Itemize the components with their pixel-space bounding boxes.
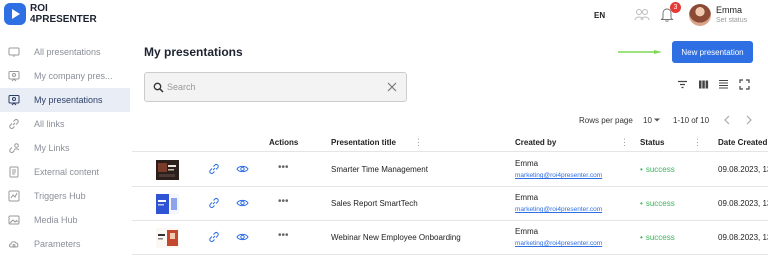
chevron-down-icon[interactable] — [653, 117, 661, 123]
column-header-date-created[interactable]: Date Created — [718, 138, 767, 147]
top-bar: ROI 4PRESENTER EN 3 Emma Set status — [0, 0, 768, 32]
arrow-pointer-icon — [618, 50, 662, 54]
user-status[interactable]: Set status — [716, 17, 747, 24]
column-header-actions[interactable]: Actions — [269, 138, 298, 147]
status-badge: success — [640, 233, 675, 242]
column-header-status[interactable]: Status — [640, 138, 664, 147]
sidebar-item-label: Parameters — [34, 239, 81, 249]
date-created: 09.08.2023, 13 — [718, 199, 768, 208]
status-badge: success — [640, 199, 675, 208]
presentation-title[interactable]: Sales Report SmartTech — [331, 199, 418, 208]
column-menu-icon[interactable]: ⋮ — [693, 138, 702, 147]
presentation-thumbnail[interactable] — [156, 228, 179, 248]
sidebar-item-my-links[interactable]: My Links — [0, 136, 130, 160]
sidebar-item-label: All links — [34, 119, 65, 129]
sidebar: All presentations My company pres... My … — [0, 40, 130, 256]
notification-badge: 3 — [670, 2, 681, 13]
presentation-icon — [8, 95, 20, 106]
sidebar-item-media-hub[interactable]: Media Hub — [0, 208, 130, 232]
sidebar-item-external-content[interactable]: External content — [0, 160, 130, 184]
column-menu-icon[interactable]: ⋮ — [620, 138, 629, 147]
sidebar-item-company-presentations[interactable]: My company pres... — [0, 64, 130, 88]
brand-name-line1: ROI — [30, 3, 48, 14]
status-badge: success — [640, 165, 675, 174]
sidebar-item-label: External content — [34, 167, 100, 177]
rows-per-page-label: Rows per page — [579, 116, 633, 125]
sidebar-item-label: My presentations — [34, 95, 103, 105]
more-actions-icon[interactable]: ••• — [278, 230, 289, 241]
document-icon — [9, 166, 19, 178]
slides-icon — [8, 47, 20, 57]
image-icon — [8, 215, 20, 225]
copy-link-icon[interactable] — [208, 163, 220, 175]
creator-name: Emma — [515, 193, 539, 202]
more-actions-icon[interactable]: ••• — [278, 196, 289, 207]
chevron-right-icon[interactable] — [744, 114, 754, 126]
company-presentation-icon — [8, 71, 20, 82]
user-name[interactable]: Emma — [716, 5, 742, 15]
new-presentation-button[interactable]: New presentation — [672, 41, 753, 63]
user-link-icon — [9, 143, 19, 153]
presentation-title[interactable]: Webinar New Employee Onboarding — [331, 233, 461, 242]
copy-link-icon[interactable] — [208, 231, 220, 243]
sidebar-item-label: All presentations — [34, 47, 101, 57]
creator-name: Emma — [515, 227, 539, 236]
filter-icon[interactable] — [677, 79, 688, 90]
presentation-title[interactable]: Smarter Time Management — [331, 165, 428, 174]
fullscreen-icon[interactable] — [739, 79, 750, 90]
eye-icon[interactable] — [236, 232, 249, 242]
page-title: My presentations — [144, 45, 243, 59]
sidebar-item-label: Triggers Hub — [34, 191, 86, 201]
sidebar-item-label: My Links — [34, 143, 70, 153]
table-row[interactable]: ••• Sales Report SmartTech Emma marketin… — [132, 187, 768, 221]
sidebar-item-label: My company pres... — [34, 71, 113, 81]
creator-email[interactable]: marketing@roi4presenter.com — [515, 240, 602, 247]
more-actions-icon[interactable]: ••• — [278, 162, 289, 173]
presentation-thumbnail[interactable] — [156, 160, 179, 180]
copy-link-icon[interactable] — [208, 197, 220, 209]
creator-email[interactable]: marketing@roi4presenter.com — [515, 172, 602, 179]
column-header-created-by[interactable]: Created by — [515, 138, 556, 147]
link-icon — [9, 119, 19, 129]
search-box — [144, 72, 407, 102]
eye-icon[interactable] — [236, 164, 249, 174]
search-input[interactable] — [167, 79, 377, 95]
avatar[interactable] — [689, 4, 711, 26]
date-created: 09.08.2023, 13 — [718, 165, 768, 174]
column-header-title[interactable]: Presentation title — [331, 138, 396, 147]
language-selector[interactable]: EN — [594, 11, 605, 20]
play-icon — [4, 3, 26, 25]
columns-icon[interactable] — [698, 79, 709, 90]
chevron-left-icon[interactable] — [722, 114, 732, 126]
pagination-range: 1-10 of 10 — [673, 116, 710, 125]
sidebar-item-all-presentations[interactable]: All presentations — [0, 40, 130, 64]
table-row[interactable]: ••• Webinar New Employee Onboarding Emma… — [132, 221, 768, 255]
sidebar-item-my-presentations[interactable]: My presentations — [0, 88, 130, 112]
sidebar-item-label: Media Hub — [34, 215, 78, 225]
sidebar-item-parameters[interactable]: Parameters — [0, 232, 130, 256]
triggers-icon — [8, 190, 20, 202]
creator-name: Emma — [515, 159, 539, 168]
rows-per-page-select[interactable]: 10 — [643, 116, 652, 125]
creator-email[interactable]: marketing@roi4presenter.com — [515, 206, 602, 213]
cloud-gear-icon — [9, 241, 19, 248]
search-icon — [153, 82, 164, 93]
sidebar-item-triggers-hub[interactable]: Triggers Hub — [0, 184, 130, 208]
table-header: Actions Presentation title ⋮ Created by … — [132, 134, 768, 152]
brand-logo[interactable]: ROI 4PRESENTER — [4, 3, 97, 25]
team-icon[interactable] — [634, 8, 650, 22]
column-menu-icon[interactable]: ⋮ — [414, 138, 423, 147]
eye-icon[interactable] — [236, 198, 249, 208]
density-icon[interactable] — [718, 79, 729, 90]
presentation-thumbnail[interactable] — [156, 194, 179, 214]
date-created: 09.08.2023, 13 — [718, 233, 768, 242]
brand-name-line2: 4PRESENTER — [30, 14, 97, 25]
table-row[interactable]: ••• Smarter Time Management Emma marketi… — [132, 153, 768, 187]
close-icon[interactable] — [387, 82, 397, 92]
sidebar-item-all-links[interactable]: All links — [0, 112, 130, 136]
